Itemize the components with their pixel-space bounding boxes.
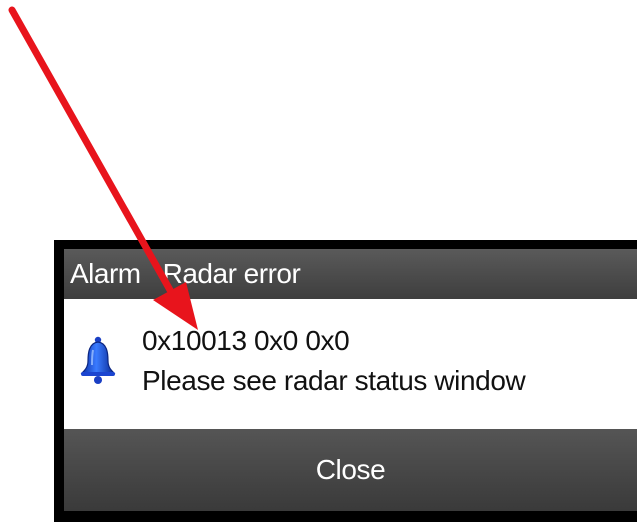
screenshot-stage: Alarm Radar error 0x10013 0x0 0x0 Please… [0,0,637,522]
status-hint-line: Please see radar status window [142,365,526,396]
bell-icon [80,335,116,385]
dialog-titlebar: Alarm Radar error [64,249,637,299]
alarm-title-text: Radar error [162,258,301,289]
close-button[interactable]: Close [292,446,410,494]
alarm-title-label: Alarm [70,258,141,289]
dialog-footer: Close [64,429,637,511]
alarm-message: 0x10013 0x0 0x0 Please see radar status … [142,321,526,401]
alarm-dialog: Alarm Radar error 0x10013 0x0 0x0 Please… [54,240,637,522]
error-code-line: 0x10013 0x0 0x0 [142,325,350,356]
alarm-message-area: 0x10013 0x0 0x0 Please see radar status … [64,299,637,429]
